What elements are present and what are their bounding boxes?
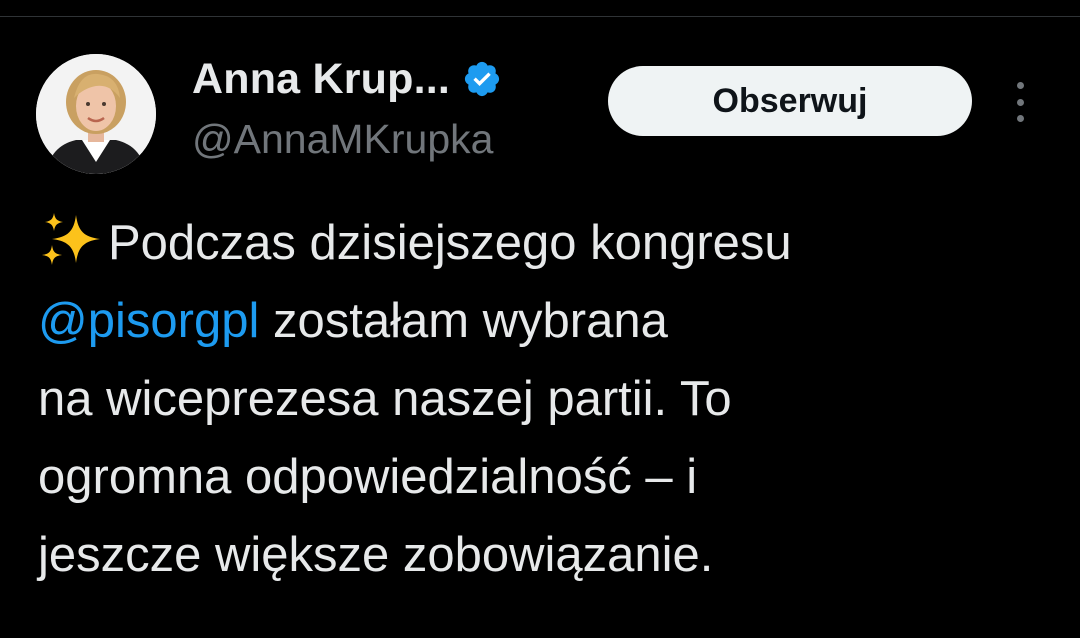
tweet-line-3: na wiceprezesa naszej partii. To xyxy=(38,372,732,426)
tweet-line-2: @pisorgpl zostałam wybrana xyxy=(38,282,1058,360)
tweet-line-1: Podczas dzisiejszego kongresu xyxy=(38,204,1058,282)
more-options-icon[interactable] xyxy=(1008,82,1032,122)
tweet-line-4: ogromna odpowiedzialność – i xyxy=(38,450,698,504)
verified-badge-icon xyxy=(464,61,500,97)
author-handle[interactable]: @AnnaMKrupka xyxy=(192,116,493,163)
tweet-text: Podczas dzisiejszego kongresu @pisorgpl … xyxy=(38,204,1058,594)
mention-link[interactable]: @pisorgpl xyxy=(38,294,259,348)
author-display-name[interactable]: Anna Krup... xyxy=(192,55,450,104)
avatar[interactable] xyxy=(36,54,156,174)
top-divider xyxy=(0,16,1080,17)
more-dot xyxy=(1016,82,1024,89)
author-name-row[interactable]: Anna Krup... xyxy=(192,52,502,106)
tweet-line-2-text: zostałam wybrana xyxy=(259,294,668,348)
sparkles-emoji-icon xyxy=(42,213,100,265)
tweet-line-5: jeszcze większe zobowiązanie. xyxy=(38,528,714,582)
tweet-line-1-text: Podczas dzisiejszego kongresu xyxy=(108,216,792,270)
avatar-image xyxy=(36,54,156,174)
follow-button[interactable]: Obserwuj xyxy=(608,66,972,136)
more-dot xyxy=(1016,115,1024,122)
more-dot xyxy=(1016,98,1024,106)
